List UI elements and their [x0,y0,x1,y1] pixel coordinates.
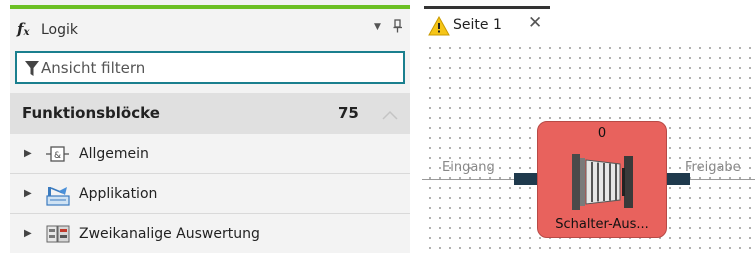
panel-header: fx Logik ▼ [10,9,410,47]
pin-icon[interactable] [393,19,403,37]
logic-canvas[interactable]: Eingang Freigabe 0 Schalter-Aus... [422,40,755,253]
output-port-label: Freigabe [685,160,741,175]
dropdown-arrow-icon[interactable]: ▼ [374,22,381,32]
tab-label: Seite 1 [453,17,502,33]
category-title: Funktionsblöcke [22,104,160,122]
filter-input[interactable] [41,57,391,79]
output-wire [690,179,755,180]
tree-item-allgemein[interactable]: ▶ & Allgemein [10,136,410,174]
function-block-door-switch[interactable]: 0 Schalter-Aus... [537,121,667,238]
general-block-icon: & [46,144,70,168]
expand-arrow-icon[interactable]: ▶ [24,148,32,159]
input-wire [422,179,514,180]
filter-icon [25,61,39,81]
tree-item-label: Applikation [79,186,158,202]
dual-channel-icon [46,224,70,248]
tree-item-applikation[interactable]: ▶ Applikation [10,176,410,214]
tab-seite-1[interactable]: Seite 1 ✕ [424,6,550,40]
input-pin[interactable] [514,173,538,185]
tree-item-label: Zweikanalige Auswertung [79,226,260,242]
function-icon: fx [17,20,30,38]
svg-text:&: & [54,151,61,161]
expand-arrow-icon[interactable]: ▶ [24,188,32,199]
block-name: Schalter-Aus... [555,217,649,232]
filter-box[interactable] [15,51,405,84]
close-icon[interactable]: ✕ [528,13,542,33]
expand-arrow-icon[interactable]: ▶ [24,228,32,239]
tree-item-zweikanalige-auswertung[interactable]: ▶ Zweikanalige Auswertung [10,216,410,253]
panel-title: Logik [41,22,79,38]
category-count: 75 [338,104,359,122]
input-port-label: Eingang [442,160,495,175]
block-counter: 0 [597,126,607,141]
chevron-up-icon[interactable] [382,105,398,124]
application-icon [46,184,70,210]
output-pin[interactable] [666,173,690,185]
category-header-function-blocks[interactable]: Funktionsblöcke 75 [10,93,410,134]
logic-panel: fx Logik ▼ Funktionsblöcke 75 ▶ [10,0,410,253]
warning-icon [428,15,450,40]
door-switch-icon [570,150,636,218]
tree-item-label: Allgemein [79,146,149,162]
